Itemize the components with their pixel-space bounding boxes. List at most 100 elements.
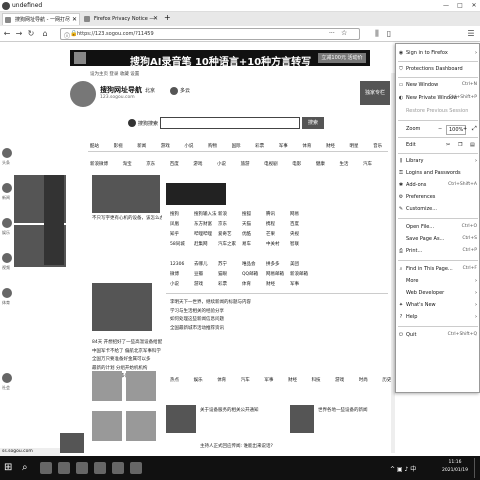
maximize-button[interactable]: □	[454, 1, 466, 11]
category-tab[interactable]: 财经	[326, 143, 335, 149]
quick-link[interactable]: 汽车	[363, 161, 372, 167]
side-nav-icon[interactable]	[2, 373, 12, 383]
ad-banner-button[interactable]: 立减100元 活动价	[318, 53, 366, 63]
featured-image[interactable]	[92, 175, 160, 213]
news-image[interactable]	[92, 283, 152, 331]
site-link[interactable]: 知乎	[170, 231, 194, 237]
bottom-tab[interactable]: 时尚	[359, 377, 368, 383]
quick-link[interactable]: 淘宝	[123, 161, 132, 167]
close-window-button[interactable]: ✕	[468, 1, 480, 11]
site-link[interactable]: 网易	[290, 211, 314, 217]
side-nav-icon[interactable]	[2, 148, 12, 158]
feed-title[interactable]: 主持人正式回应传闻: 谁能出来说话?	[200, 443, 380, 452]
quick-link[interactable]: 小说	[217, 161, 226, 167]
quick-link[interactable]: 健康	[316, 161, 325, 167]
feed-image[interactable]	[290, 405, 314, 433]
reload-icon[interactable]: ↻	[26, 29, 36, 39]
menu-library[interactable]: ⫼ Library ›	[396, 156, 480, 166]
cut-icon[interactable]: ✂	[446, 140, 450, 150]
search-button[interactable]: 搜索	[302, 117, 324, 129]
sogou-logo[interactable]	[70, 81, 96, 107]
tab-privacy-notice[interactable]: Firefox Privacy Notice — ✕	[82, 13, 160, 25]
close-tab-icon[interactable]: ✕	[72, 14, 77, 25]
new-tab-button[interactable]: +	[164, 13, 171, 22]
site-link[interactable]: 爱奇艺	[218, 231, 242, 237]
tray-icons[interactable]: ^ ▣ ♪ 中	[390, 464, 416, 473]
quick-link[interactable]: 旅游	[241, 161, 250, 167]
category-tab[interactable]: 明星	[350, 143, 359, 149]
site-link[interactable]: 小说	[170, 281, 194, 287]
bottom-tab[interactable]: 热点	[170, 377, 179, 383]
side-nav-label[interactable]: 社会	[2, 385, 10, 391]
site-link[interactable]: QQ邮箱	[242, 271, 266, 277]
bottom-tab[interactable]: 娱乐	[194, 377, 203, 383]
tab-sogou[interactable]: 搜狗网址导航 - 一网打尽 ✕	[2, 13, 80, 25]
news-item[interactable]: 如何处理这些新闻信息问题	[170, 316, 380, 325]
top-links[interactable]: 设为主页 登录 收藏 设置	[90, 71, 139, 77]
news-item[interactable]: 学习与生活相关的经验分享	[170, 308, 380, 317]
site-link[interactable]: 易车	[242, 241, 266, 247]
fullscreen-icon[interactable]: ⤢	[472, 124, 477, 134]
category-tab[interactable]: 国际	[232, 143, 241, 149]
bottom-tab[interactable]: 历史	[382, 377, 391, 383]
site-link[interactable]: 美团	[290, 261, 314, 267]
search-engine-icon[interactable]	[128, 119, 136, 127]
news-item[interactable]: 全国万只要准备好金属可以多	[92, 356, 162, 365]
store-icon[interactable]	[94, 462, 106, 474]
site-link[interactable]: 百度	[290, 221, 314, 227]
bottom-tab[interactable]: 汽车	[241, 377, 250, 383]
bottom-tab[interactable]: 财经	[288, 377, 297, 383]
copy-icon[interactable]: ❐	[458, 140, 462, 150]
taskbar-clock[interactable]: 11:16 2021/01/19	[442, 459, 468, 475]
quick-link[interactable]: 百度	[170, 161, 179, 167]
promo-badge[interactable]: 独家专栏	[360, 81, 390, 105]
site-link[interactable]: 游戏	[194, 281, 218, 287]
site-link[interactable]: 唯品会	[242, 261, 266, 267]
library-icon[interactable]: ⫼	[372, 29, 382, 39]
site-link[interactable]: 携程	[266, 221, 290, 227]
site-link[interactable]: 凤凰	[170, 221, 194, 227]
feed-image[interactable]	[60, 433, 84, 453]
site-link[interactable]: 赶集网	[194, 241, 218, 247]
site-link[interactable]: 搜狐	[242, 211, 266, 217]
site-link[interactable]: 搜狗输入法	[194, 211, 218, 217]
feed-title[interactable]: 世界各地一些设备的新闻	[318, 407, 388, 416]
site-link[interactable]: 东方财富	[194, 221, 218, 227]
site-link[interactable]: 优酷	[242, 231, 266, 237]
close-tab-icon[interactable]: ✕	[153, 13, 158, 25]
site-link[interactable]: 芒果	[266, 231, 290, 237]
city-label[interactable]: 北京	[145, 87, 155, 94]
side-nav-label[interactable]: 新闻	[2, 195, 10, 201]
menu-addons[interactable]: ✱ Add-ons Ctrl+Shift+A	[396, 180, 480, 190]
ai-ad-image[interactable]	[166, 183, 226, 205]
side-nav-label[interactable]: 视频	[2, 265, 10, 271]
hamburger-menu-icon[interactable]: ☰	[466, 29, 476, 39]
site-link[interactable]: 微博	[170, 271, 194, 277]
side-nav-icon[interactable]	[2, 288, 12, 298]
site-link[interactable]: 央视	[290, 231, 314, 237]
search-engine-label[interactable]: 搜狗搜索	[138, 120, 158, 127]
search-input[interactable]	[160, 117, 300, 129]
site-link[interactable]: 搜狗	[170, 211, 194, 217]
category-tab[interactable]: 购物	[208, 143, 217, 149]
bottom-tab[interactable]: 军事	[264, 377, 273, 383]
category-tab[interactable]: 游戏	[161, 143, 170, 149]
site-link[interactable]: 体育	[242, 281, 266, 287]
edge-icon[interactable]	[58, 462, 70, 474]
promo-image[interactable]	[44, 175, 64, 265]
site-link[interactable]: 汽车之家	[218, 241, 242, 247]
category-tab[interactable]: 音乐	[373, 143, 382, 149]
page-actions-icon[interactable]: ···	[329, 30, 335, 37]
quick-link[interactable]: 电视剧	[264, 161, 278, 167]
paste-icon[interactable]: ▤	[470, 140, 475, 150]
quick-link[interactable]: 游戏	[193, 161, 202, 167]
menu-find[interactable]: ⌕ Find in This Page... Ctrl+F	[396, 264, 480, 274]
firefox-taskbar-icon[interactable]	[130, 462, 142, 474]
menu-help[interactable]: ? Help ›	[396, 312, 480, 322]
category-tab[interactable]: 酷站	[90, 143, 99, 149]
site-link[interactable]: 苏宁	[218, 261, 242, 267]
menu-quit[interactable]: ⏻ Quit Ctrl+Shift+Q	[396, 330, 480, 340]
site-link[interactable]: 彩票	[218, 281, 242, 287]
minimize-button[interactable]: —	[440, 1, 452, 11]
site-link[interactable]: 58同城	[170, 241, 194, 247]
